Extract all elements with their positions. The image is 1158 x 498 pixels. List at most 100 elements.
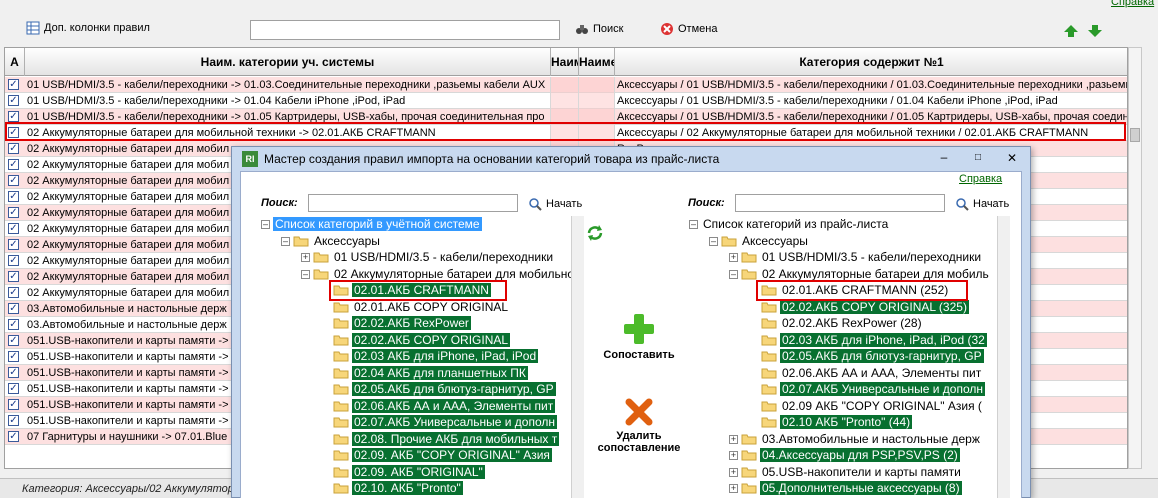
- expand-toggle[interactable]: +: [301, 253, 310, 262]
- arrow-up-icon[interactable]: [1063, 24, 1079, 38]
- expand-toggle[interactable]: –: [281, 236, 290, 246]
- row-checkbox[interactable]: ✓: [8, 303, 19, 314]
- grid-scrollbar[interactable]: [1128, 47, 1142, 469]
- expand-toggle[interactable]: –: [261, 220, 270, 229]
- tree-node[interactable]: 02.10 АКБ "Pronto" (44): [749, 414, 913, 431]
- tree-node[interactable]: 02.09. АКБ "ORIGINAL": [321, 464, 485, 481]
- table-row[interactable]: ✓ 01 USB/HDMI/3.5 - кабели/переходники ->…: [5, 93, 1127, 109]
- header-name-2[interactable]: Наиме: [579, 48, 615, 76]
- row-checkbox[interactable]: ✓: [8, 367, 19, 378]
- row-checkbox[interactable]: ✓: [8, 79, 19, 90]
- row-checkbox[interactable]: ✓: [8, 207, 19, 218]
- right-search-input[interactable]: [735, 194, 945, 212]
- tree-node[interactable]: – Аксессуары: [709, 233, 810, 250]
- tree-node[interactable]: 02.04 АКБ для планшетных ПК: [321, 365, 528, 382]
- cancel-button[interactable]: Отмена: [660, 22, 717, 36]
- folder-icon: [741, 450, 757, 461]
- row-checkbox[interactable]: ✓: [8, 255, 19, 266]
- row-checkbox[interactable]: ✓: [8, 271, 19, 282]
- expand-toggle[interactable]: +: [729, 484, 738, 493]
- table-row[interactable]: ✓ 01 USB/HDMI/3.5 - кабели/переходники ->…: [5, 77, 1127, 93]
- tree-node[interactable]: +05.USB-накопители и карты памяти: [729, 464, 963, 481]
- tree-node[interactable]: +05.Дополнительные аксессуары (8): [729, 480, 962, 497]
- help-link[interactable]: Справка: [1111, 0, 1154, 8]
- tree-node[interactable]: 02.02.АКБ RexPower (28): [749, 315, 924, 332]
- expand-toggle[interactable]: +: [729, 467, 738, 477]
- row-checkbox[interactable]: ✓: [8, 223, 19, 234]
- tree-node[interactable]: – Список категорий из прайс-листа: [689, 216, 890, 233]
- header-account-category[interactable]: Наим. категории уч. системы: [25, 48, 551, 76]
- cell-contains-1: Аксессуары / 01 USB/HDMI/3.5 - кабели/пе…: [617, 95, 1058, 107]
- right-tree-scrollbar[interactable]: [997, 216, 1010, 498]
- left-start-button[interactable]: Начать: [528, 197, 582, 211]
- row-checkbox[interactable]: ✓: [8, 191, 19, 202]
- tree-node[interactable]: 02.07.АКБ Универсальные и дополн: [749, 381, 986, 398]
- match-button[interactable]: Сопоставить: [584, 312, 694, 361]
- tree-node[interactable]: 02.03 АКБ для iPhone, iPad, iPod: [321, 348, 539, 365]
- refresh-icon[interactable]: [586, 224, 604, 242]
- delete-label-2: сопоставление: [597, 442, 681, 454]
- tree-node[interactable]: 02.09 АКБ "COPY ORIGINAL" Азия (: [749, 398, 984, 415]
- row-checkbox[interactable]: ✓: [8, 239, 19, 250]
- tree-node[interactable]: 02.05.АКБ для блютуз-гарнитур, GP: [321, 381, 556, 398]
- tree-node[interactable]: 02.06.АКБ АА и ААА, Элементы пит: [749, 365, 983, 382]
- minimize-button[interactable]: –: [934, 149, 954, 167]
- header-name-1[interactable]: Наим: [551, 48, 579, 76]
- tree-node[interactable]: – Аксессуары: [281, 233, 382, 250]
- help-link-text[interactable]: Справка: [1111, 0, 1154, 8]
- expand-toggle[interactable]: +: [729, 451, 738, 460]
- expand-toggle[interactable]: –: [689, 220, 698, 229]
- folder-icon: [333, 434, 349, 444]
- close-button[interactable]: ✕: [1002, 149, 1022, 167]
- row-checkbox[interactable]: ✓: [8, 335, 19, 346]
- expand-toggle[interactable]: +: [729, 253, 738, 262]
- search-input[interactable]: [250, 20, 560, 40]
- left-search-input[interactable]: [308, 194, 518, 212]
- extra-columns-button[interactable]: Доп. колонки правил: [26, 21, 150, 35]
- tree-node[interactable]: 02.02.АКБ COPY ORIGINAL: [321, 332, 511, 349]
- tree-node[interactable]: – Список категорий в учётной системе: [261, 216, 482, 233]
- expand-toggle[interactable]: –: [709, 236, 718, 246]
- row-checkbox[interactable]: ✓: [8, 399, 19, 410]
- header-contains-1[interactable]: Категория содержит №1: [615, 48, 1127, 76]
- row-checkbox[interactable]: ✓: [8, 175, 19, 186]
- dialog-help-link[interactable]: Справка: [959, 173, 1002, 185]
- row-checkbox[interactable]: ✓: [8, 431, 19, 442]
- header-a[interactable]: А: [5, 48, 25, 76]
- tree-node[interactable]: 02.10. АКБ "Pronto": [321, 480, 463, 497]
- tree-node[interactable]: 02.07.АКБ Универсальные и дополн: [321, 414, 558, 431]
- row-checkbox[interactable]: ✓: [8, 95, 19, 106]
- maximize-button[interactable]: □: [968, 149, 988, 167]
- tree-node[interactable]: +01 USB/HDMI/3.5 - кабели/переходники: [301, 249, 555, 266]
- expand-toggle[interactable]: –: [729, 269, 738, 279]
- row-checkbox[interactable]: ✓: [8, 143, 19, 154]
- tree-node[interactable]: 02.08. Прочие АКБ для мобильных т: [321, 431, 560, 448]
- tree-node-label: 05.Дополнительные аксессуары (8): [760, 481, 962, 495]
- row-checkbox[interactable]: ✓: [8, 111, 19, 122]
- left-tree-scrollbar[interactable]: [571, 216, 584, 498]
- row-checkbox[interactable]: ✓: [8, 319, 19, 330]
- tree-node[interactable]: 02.06.АКБ АА и ААА, Элементы пит: [321, 398, 556, 415]
- tree-node[interactable]: 02.09. АКБ "COPY ORIGINAL" Азия: [321, 447, 552, 464]
- tree-node[interactable]: +01 USB/HDMI/3.5 - кабели/переходники: [729, 249, 983, 266]
- row-checkbox[interactable]: ✓: [8, 383, 19, 394]
- tree-node[interactable]: +04.Аксессуары для PSP,PSV,PS (2): [729, 447, 960, 464]
- arrow-down-icon[interactable]: [1087, 24, 1103, 38]
- row-checkbox[interactable]: ✓: [8, 351, 19, 362]
- tree-node-label: 02.02.АКБ COPY ORIGINAL: [352, 332, 511, 347]
- expand-toggle[interactable]: +: [729, 434, 738, 444]
- row-checkbox[interactable]: ✓: [8, 415, 19, 426]
- row-checkbox[interactable]: ✓: [8, 287, 19, 298]
- expand-toggle[interactable]: –: [301, 269, 310, 279]
- search-button[interactable]: Поиск: [575, 22, 623, 36]
- delete-match-button[interactable]: Удалить сопоставление: [584, 397, 694, 454]
- row-checkbox[interactable]: ✓: [8, 159, 19, 170]
- tree-node[interactable]: 02.03 АКБ для iPhone, iPad, iPod (32: [749, 332, 987, 349]
- tree-node[interactable]: 02.01.АКБ COPY ORIGINAL: [321, 299, 510, 316]
- folder-icon: [741, 483, 757, 494]
- tree-node[interactable]: 02.02.АКБ RexPower: [321, 315, 471, 332]
- tree-node[interactable]: +03.Автомобильные и настольные держ: [729, 431, 982, 448]
- right-start-button[interactable]: Начать: [955, 197, 1009, 211]
- tree-node[interactable]: 02.02.АКБ COPY ORIGINAL (325): [749, 299, 969, 316]
- tree-node[interactable]: 02.05.АКБ для блютуз-гарнитур, GP: [749, 348, 984, 365]
